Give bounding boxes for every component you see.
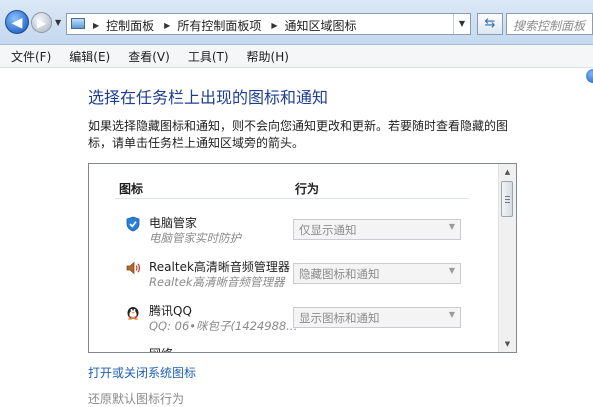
column-header-icon: 图标 <box>119 182 144 196</box>
menu-bar: 文件(F) 编辑(E) 查看(V) 工具(T) 帮助(H) <box>0 45 593 68</box>
grip-line <box>505 199 510 200</box>
menu-file[interactable]: 文件(F) <box>0 48 58 65</box>
notification-icons-list: 图标 行为 电脑管家 电脑管家实时防护 仅显示通知 ▼ Realtek高清晰音频… <box>88 163 517 353</box>
address-toolbar: ◀ ▶ ▼ ▶ 控制面板 ▶ 所有控制面板项 ▶ 通知区域图标 ▼ ⇆ 搜索控制… <box>0 0 593 45</box>
restore-default-behavior-link[interactable]: 还原默认图标行为 <box>88 390 184 407</box>
chevron-right-icon[interactable]: ▶ <box>271 21 277 30</box>
item-subtitle: 电脑管家实时防护 <box>149 231 241 245</box>
column-header-behavior: 行为 <box>295 182 320 196</box>
menu-help[interactable]: 帮助(H) <box>236 48 296 65</box>
scrollbar-thumb[interactable] <box>501 181 513 217</box>
behavior-select[interactable]: 仅显示通知 ▼ <box>293 219 461 240</box>
list-item: 腾讯QQ QQ: 06•咪包子(1424988... 显示图标和通知 ▼ <box>89 298 489 346</box>
scroll-up-arrow-icon[interactable]: ▲ <box>499 165 516 179</box>
breadcrumb: ▶ 控制面板 ▶ 所有控制面板项 ▶ 通知区域图标 <box>93 17 367 34</box>
grip-line <box>505 196 510 197</box>
behavior-select[interactable]: 隐藏图标和通知 ▼ <box>293 263 461 284</box>
item-name: 网络 <box>149 345 173 352</box>
page-title: 选择在任务栏上出现的图标和通知 <box>88 88 329 107</box>
speaker-icon <box>126 261 141 275</box>
help-icon[interactable] <box>586 69 593 83</box>
search-input[interactable]: 搜索控制面板 <box>506 13 593 35</box>
scroll-down-arrow-icon[interactable]: ▼ <box>499 337 516 351</box>
vertical-scrollbar[interactable]: ▲ ▼ <box>498 164 516 352</box>
menu-tools[interactable]: 工具(T) <box>177 48 236 65</box>
item-subtitle: QQ: 06•咪包子(1424988... <box>149 319 298 333</box>
chevron-down-icon[interactable]: ▼ <box>453 14 470 34</box>
refresh-icon[interactable]: ⇆ <box>477 13 503 35</box>
page-description: 如果选择隐藏图标和通知，则不会向您通知更改和更新。若要随时查看隐藏的图标，请单击… <box>88 119 509 150</box>
item-subtitle: Realtek高清晰音频管理器 <box>149 275 285 289</box>
item-name: Realtek高清晰音频管理器 <box>149 260 290 274</box>
list-item: Realtek高清晰音频管理器 Realtek高清晰音频管理器 隐藏图标和通知 … <box>89 254 489 302</box>
back-arrow-icon[interactable]: ◀ <box>5 10 29 34</box>
breadcrumb-item[interactable]: 所有控制面板项 <box>177 17 261 34</box>
chevron-down-icon: ▼ <box>448 266 455 275</box>
chevron-right-icon[interactable]: ▶ <box>164 21 170 30</box>
recent-pages-chevron-icon[interactable]: ▼ <box>55 18 61 27</box>
item-name: 电脑管家 <box>149 216 198 230</box>
shield-icon <box>126 216 140 232</box>
behavior-select[interactable]: 显示图标和通知 ▼ <box>293 307 461 328</box>
address-field[interactable]: ▶ 控制面板 ▶ 所有控制面板项 ▶ 通知区域图标 ▼ <box>66 13 471 35</box>
qq-penguin-icon <box>127 307 139 320</box>
chevron-down-icon: ▼ <box>448 310 455 319</box>
behavior-select-value: 隐藏图标和通知 <box>299 267 380 281</box>
chevron-right-icon[interactable]: ▶ <box>93 21 99 30</box>
list-item: 电脑管家 电脑管家实时防护 仅显示通知 ▼ <box>89 210 489 258</box>
control-panel-icon <box>71 18 85 29</box>
list-item: 网络 <box>89 342 489 352</box>
breadcrumb-item[interactable]: 控制面板 <box>106 17 154 34</box>
chevron-down-icon: ▼ <box>448 222 455 231</box>
behavior-select-value: 仅显示通知 <box>299 223 357 237</box>
menu-edit[interactable]: 编辑(E) <box>58 48 117 65</box>
breadcrumb-item[interactable]: 通知区域图标 <box>285 17 357 34</box>
grip-line <box>505 202 510 203</box>
behavior-select-value: 显示图标和通知 <box>299 311 380 325</box>
system-icons-link[interactable]: 打开或关闭系统图标 <box>88 364 196 381</box>
menu-view[interactable]: 查看(V) <box>117 48 177 65</box>
item-name: 腾讯QQ <box>149 304 192 318</box>
header-divider <box>115 198 469 199</box>
forward-arrow-icon[interactable]: ▶ <box>31 12 52 33</box>
